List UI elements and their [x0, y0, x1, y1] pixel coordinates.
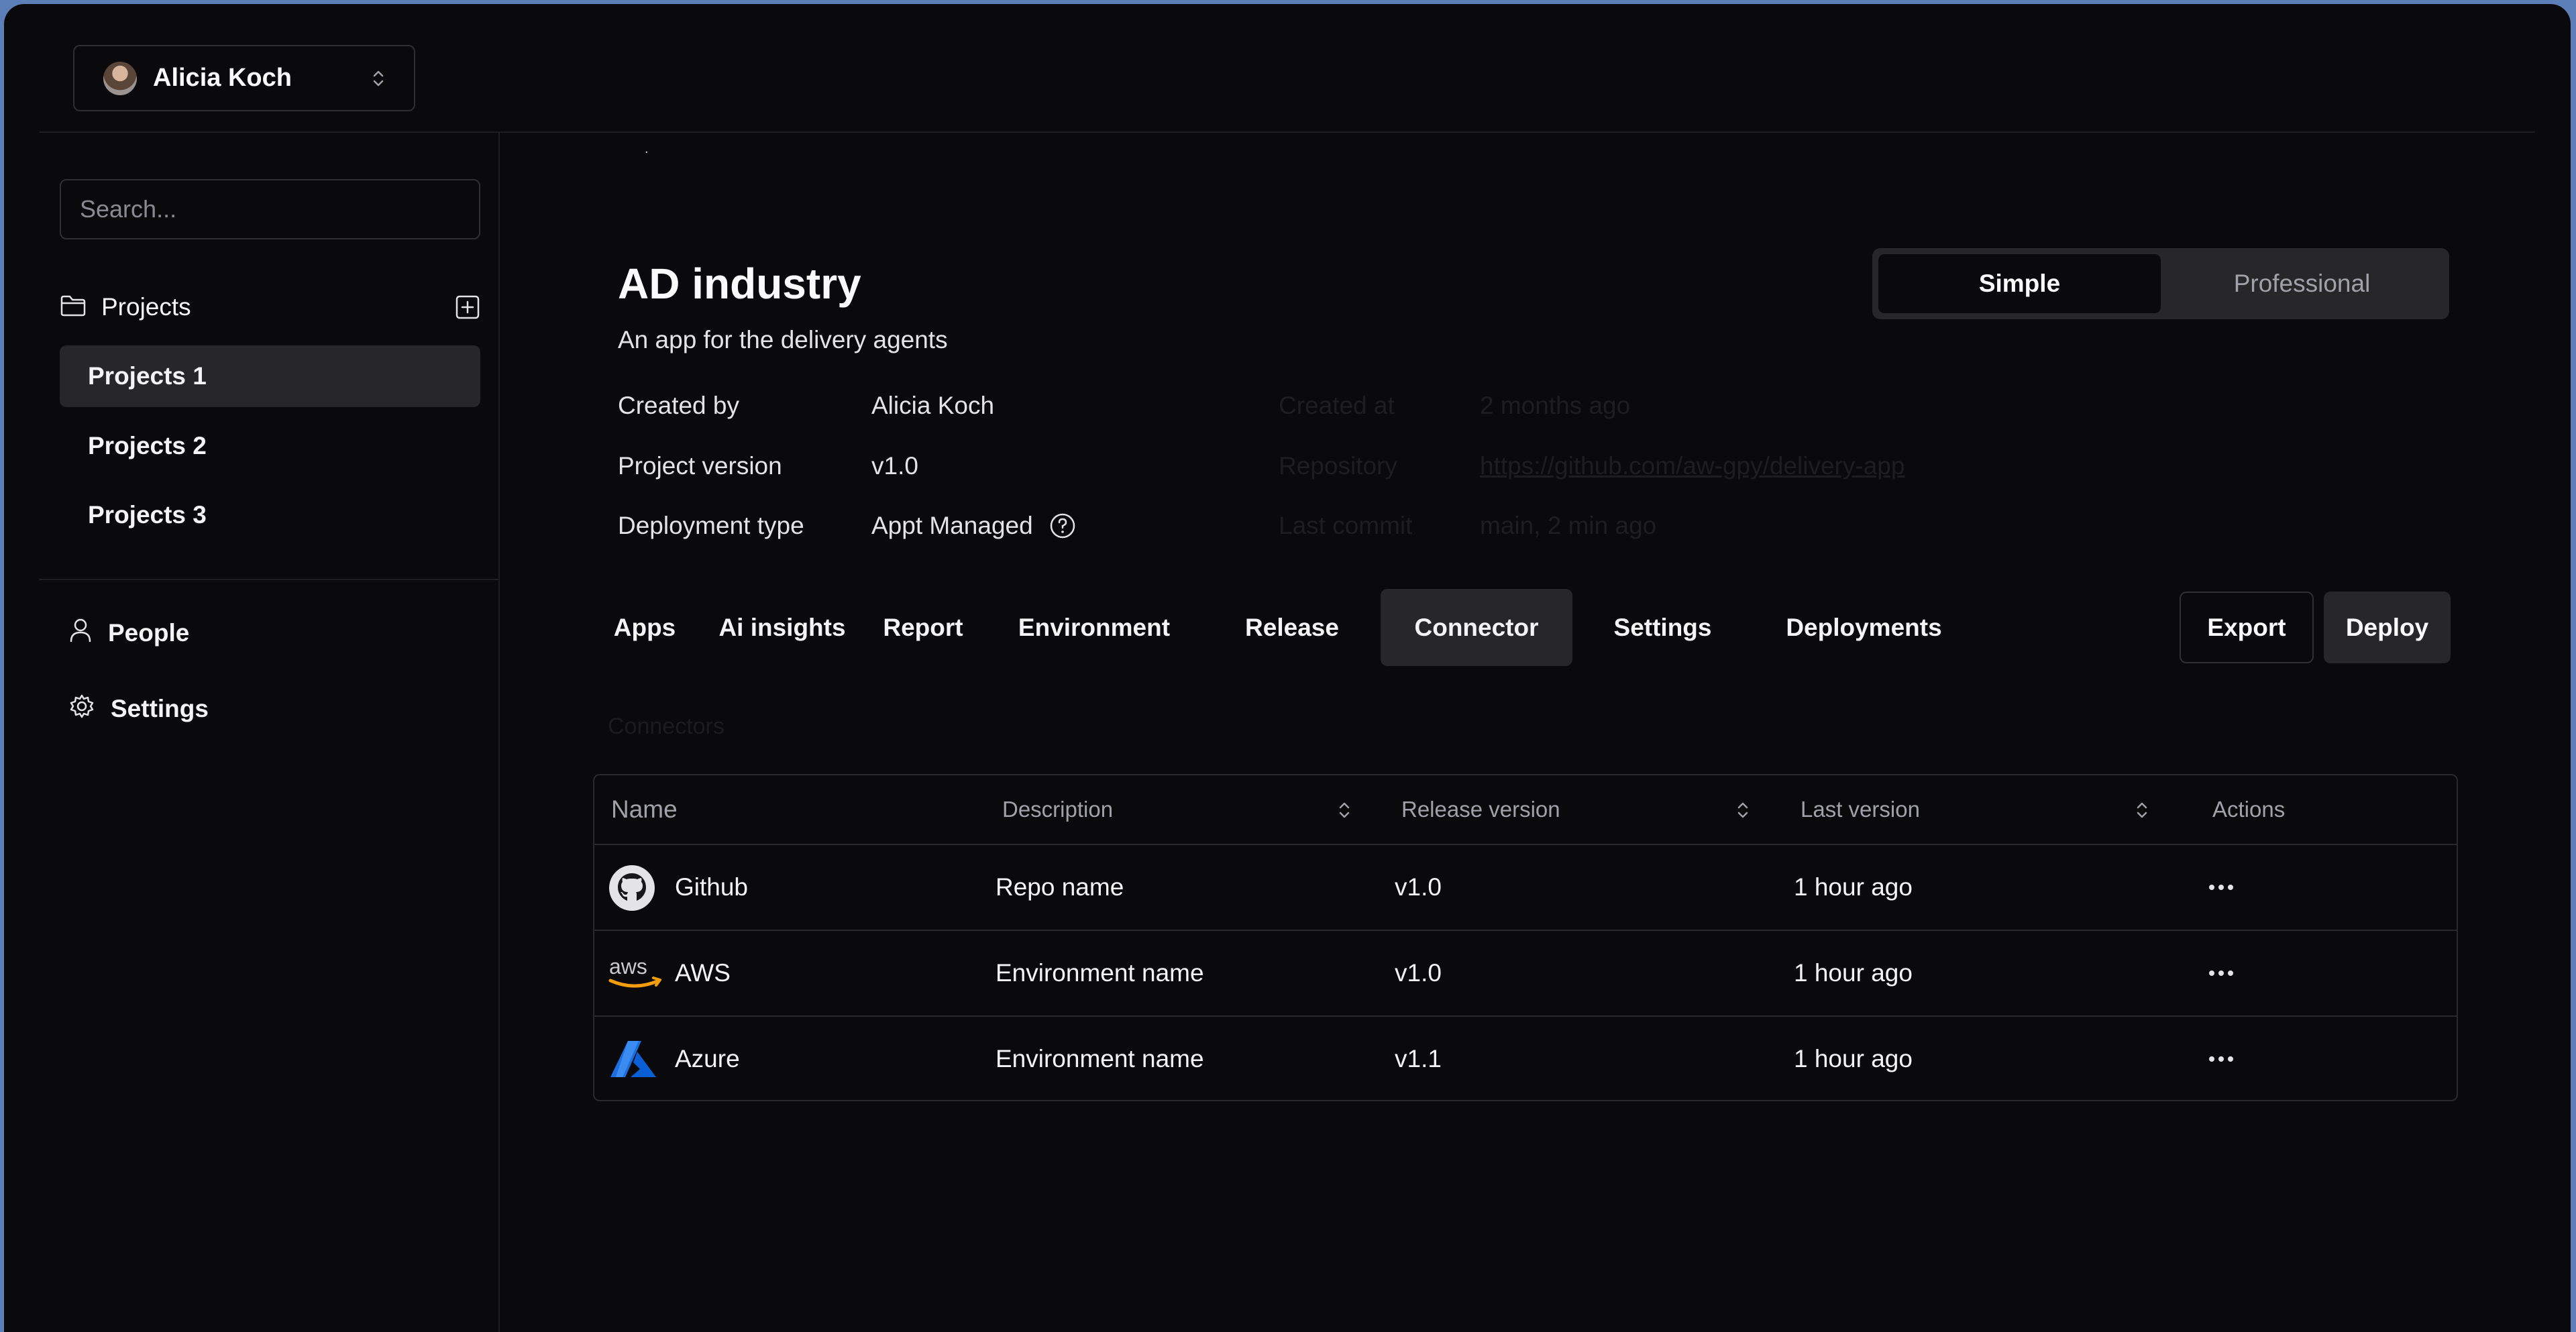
- tab-environment[interactable]: Environment: [1010, 589, 1178, 666]
- deploy-button[interactable]: Deploy: [2324, 592, 2451, 663]
- github-logo-icon: [608, 864, 656, 912]
- sidebar-item-projects-3[interactable]: Projects 3: [60, 484, 480, 546]
- header-last-version[interactable]: Last version: [1801, 775, 1920, 844]
- section-title: Connectors: [608, 714, 724, 739]
- table-row: aws AWS Environment name v1.0 1 hour ago: [594, 931, 2457, 1017]
- azure-logo-icon: [608, 1036, 656, 1084]
- sidebar-item-settings[interactable]: Settings: [69, 692, 209, 726]
- account-name: Alicia Koch: [153, 64, 292, 92]
- sidebar-item-projects-1[interactable]: Projects 1: [60, 345, 480, 407]
- sidebar-item-label: People: [108, 619, 190, 647]
- account-switcher[interactable]: Alicia Koch: [73, 45, 415, 111]
- user-icon: [69, 618, 92, 649]
- created-by-value: Alicia Koch: [871, 392, 995, 419]
- gear-icon: [69, 693, 95, 725]
- repository-label: Repository: [1279, 452, 1397, 480]
- page-title: AD industry: [618, 260, 861, 308]
- sidebar-item-label: Projects 1: [88, 362, 207, 390]
- more-actions-icon[interactable]: [2204, 958, 2238, 989]
- header-release-version[interactable]: Release version: [1401, 775, 1560, 844]
- connectors-table: Name Description Release version Last ve…: [593, 774, 2458, 1101]
- table-row: Azure Environment name v1.1 1 hour ago: [594, 1017, 2457, 1100]
- deployment-type-label: Deployment type: [618, 512, 804, 539]
- aws-logo-icon: aws: [608, 950, 661, 998]
- tab-deployments[interactable]: Deployments: [1775, 589, 1953, 666]
- last-commit-label: Last commit: [1279, 512, 1413, 539]
- project-version-value: v1.0: [871, 452, 918, 480]
- mode-simple-option[interactable]: Simple: [1878, 254, 2161, 313]
- tab-report[interactable]: Report: [876, 589, 970, 666]
- page-subtitle: An app for the delivery agents: [618, 326, 948, 353]
- created-at-value: 2 months ago: [1480, 392, 1631, 419]
- chevron-up-down-icon: [373, 68, 384, 89]
- more-actions-icon[interactable]: [2204, 872, 2238, 903]
- sidebar-item-label: Projects 3: [88, 501, 207, 529]
- sidebar: Projects Projects 1 Projects 2 Projects …: [4, 133, 500, 1332]
- folder-icon: [60, 294, 87, 321]
- sort-icon[interactable]: [2135, 799, 2149, 821]
- sidebar-item-label: Settings: [111, 695, 209, 722]
- sidebar-item-label: Projects 2: [88, 432, 207, 459]
- table-row: Github Repo name v1.0 1 hour ago: [594, 845, 2457, 931]
- header-name[interactable]: Name: [611, 775, 678, 844]
- top-bar: Alicia Koch: [4, 4, 2571, 131]
- tab-apps[interactable]: Apps: [606, 589, 683, 666]
- tab-connector[interactable]: Connector: [1381, 589, 1572, 666]
- connector-name: Github: [675, 873, 749, 901]
- breadcrumb-dot: .: [645, 142, 649, 156]
- project-version-label: Project version: [618, 452, 782, 480]
- tab-release[interactable]: Release: [1232, 589, 1352, 666]
- connector-name: Azure: [675, 1045, 740, 1072]
- connector-description: Repo name: [996, 873, 1124, 901]
- connector-release-version: v1.1: [1395, 1045, 1442, 1072]
- connector-release-version: v1.0: [1395, 959, 1442, 987]
- connector-last-version: 1 hour ago: [1794, 873, 1913, 901]
- more-actions-icon[interactable]: [2204, 1044, 2238, 1074]
- sidebar-divider: [40, 579, 498, 580]
- svg-text:aws: aws: [609, 954, 647, 979]
- sort-icon[interactable]: [1338, 799, 1351, 821]
- table-header: Name Description Release version Last ve…: [594, 775, 2457, 845]
- projects-label: Projects: [101, 293, 191, 321]
- last-commit-value: main, 2 min ago: [1480, 512, 1657, 539]
- add-project-icon[interactable]: [455, 294, 480, 320]
- help-icon[interactable]: [1049, 512, 1076, 539]
- sort-icon[interactable]: [1736, 799, 1750, 821]
- tab-ai-insights[interactable]: Ai insights: [715, 589, 849, 666]
- sidebar-item-projects-2[interactable]: Projects 2: [60, 415, 480, 477]
- deployment-type-value: Appt Managed: [871, 512, 1076, 540]
- connector-last-version: 1 hour ago: [1794, 959, 1913, 987]
- tab-settings[interactable]: Settings: [1601, 589, 1725, 666]
- mode-professional-option[interactable]: Professional: [2161, 254, 2443, 313]
- connector-release-version: v1.0: [1395, 873, 1442, 901]
- search-input[interactable]: [60, 179, 480, 239]
- mode-toggle: Simple Professional: [1872, 248, 2449, 319]
- deployment-type-text: Appt Managed: [871, 512, 1033, 539]
- header-description[interactable]: Description: [1002, 775, 1113, 844]
- avatar: [103, 61, 137, 95]
- connector-last-version: 1 hour ago: [1794, 1045, 1913, 1072]
- connector-description: Environment name: [996, 1045, 1204, 1072]
- export-button[interactable]: Export: [2180, 592, 2314, 663]
- projects-header: Projects: [60, 290, 480, 324]
- header-actions: Actions: [2212, 797, 2286, 822]
- app-window: Alicia Koch Projects Projects 1 Projects…: [4, 4, 2571, 1332]
- connector-name: AWS: [675, 959, 731, 987]
- created-at-label: Created at: [1279, 392, 1395, 419]
- repository-link[interactable]: https://github.com/aw-gpy/delivery-app: [1480, 452, 1904, 480]
- created-by-label: Created by: [618, 392, 739, 419]
- connector-description: Environment name: [996, 959, 1204, 987]
- sidebar-item-people[interactable]: People: [69, 616, 189, 650]
